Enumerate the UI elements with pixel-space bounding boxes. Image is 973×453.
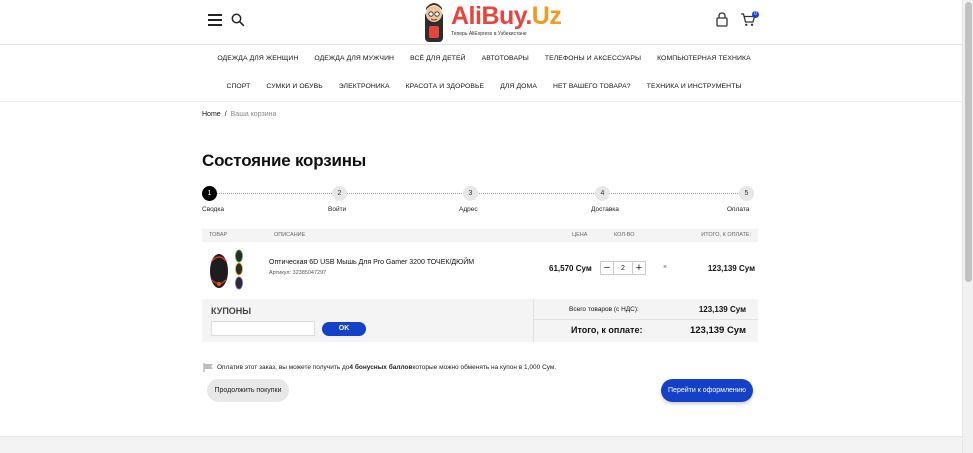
step-payment[interactable]: 5 Оплата — [727, 186, 754, 213]
cart-count-badge: 0 — [752, 11, 759, 18]
breadcrumb-current: Ваша корзина — [230, 111, 277, 118]
nav-electronics[interactable]: ЭЛЕКТРОНИКА — [331, 83, 398, 90]
cart-summary: КУПОНЫ OK Всего товаров (с НДС): 123,139… — [202, 299, 758, 342]
nav-sport[interactable]: СПОРТ — [218, 83, 258, 90]
step-label: Доставка — [591, 206, 619, 213]
step-number: 3 — [463, 186, 478, 201]
totals-divider — [533, 299, 534, 342]
step-label: Войти — [328, 206, 347, 213]
flag-icon — [203, 363, 213, 372]
breadcrumb-separator: / — [224, 111, 227, 118]
breadcrumb: Home / Ваша корзина — [202, 111, 276, 118]
step-number: 1 — [202, 186, 217, 201]
checkout-steps: 1 Сводка 2 Войти 3 Адрес 4 Доставка 5 Оп… — [202, 186, 754, 216]
bonus-text-pre: Оплатив этот заказ, вы можете получить д… — [217, 364, 350, 371]
nav-computers[interactable]: КОМПЬЮТЕРНАЯ ТЕХНИКА — [649, 55, 759, 62]
step-label: Оплата — [727, 206, 750, 213]
nav-kids[interactable]: ВСЁ ДЛЯ ДЕТЕЙ — [402, 55, 474, 62]
qty-increase-button[interactable]: + — [632, 261, 646, 275]
step-summary: 1 Сводка — [202, 186, 224, 213]
bonus-note: Оплатив этот заказ, вы можете получить д… — [203, 363, 556, 372]
col-price: ЦЕНА — [572, 232, 588, 238]
logo-tagline: Теперь AliExpress в Узбекистане — [451, 31, 527, 37]
totals-panel: Всего товаров (с НДС): 123,139 Сум Итого… — [533, 299, 758, 342]
product-image[interactable] — [206, 247, 246, 293]
scrollbar-thumb[interactable] — [965, 2, 972, 282]
bonus-points: 4 бонусных баллов — [349, 364, 413, 371]
step-number: 4 — [595, 186, 610, 201]
step-label: Сводка — [202, 206, 224, 213]
step-label: Адрес — [459, 206, 478, 213]
step-address[interactable]: 3 Адрес — [459, 186, 478, 213]
nav-bags-shoes[interactable]: СУМКИ И ОБУВЬ — [258, 83, 330, 90]
coupon-input[interactable] — [211, 321, 315, 336]
nav-beauty[interactable]: КРАСОТА И ЗДОРОВЬЕ — [398, 83, 493, 90]
nav-home[interactable]: ДЛЯ ДОМА — [492, 83, 545, 90]
continue-shopping-button[interactable]: Продолжить покупки — [207, 379, 289, 402]
nav-auto[interactable]: АВТОТОВАРЫ — [474, 55, 537, 62]
category-row: СПОРТ СУМКИ И ОБУВЬ ЭЛЕКТРОНИКА КРАСОТА … — [210, 83, 758, 90]
logo-text: AliBuy.Uz — [451, 2, 562, 30]
totals-divider — [533, 319, 758, 320]
quantity-stepper: − 2 + — [600, 261, 646, 275]
nav-men[interactable]: ОДЕЖДА ДЛЯ МУЖЧИН — [306, 55, 402, 62]
qty-decrease-button[interactable]: − — [600, 261, 614, 275]
table-row: Оптическая 6D USB Мышь Для Pro Gamer 320… — [202, 242, 758, 298]
step-delivery[interactable]: 4 Доставка — [591, 186, 619, 213]
product-name[interactable]: Оптическая 6D USB Мышь Для Pro Gamer 320… — [269, 259, 474, 266]
grand-total-label: Итого, к оплате: — [571, 325, 643, 335]
unit-price: 61,570 Сум — [549, 264, 592, 273]
col-qty: КОЛ-ВО — [614, 232, 635, 238]
cart-table: ТОВАР ОПИСАНИЕ ЦЕНА КОЛ-ВО ИТОГО, К ОПЛА… — [202, 229, 758, 298]
step-number: 5 — [739, 186, 754, 201]
category-row: ОДЕЖДА ДЛЯ ЖЕНЩИН ОДЕЖДА ДЛЯ МУЖЧИН ВСЁ … — [210, 55, 758, 62]
search-icon[interactable] — [231, 13, 245, 27]
page-scrollbar[interactable] — [962, 0, 973, 453]
remove-item-icon[interactable]: × — [661, 264, 669, 272]
product-description: Оптическая 6D USB Мышь Для Pro Gamer 320… — [269, 259, 474, 276]
page-title: Состояние корзины — [202, 151, 367, 170]
step-number: 2 — [332, 186, 347, 201]
qty-value[interactable]: 2 — [614, 261, 632, 275]
row-total: 123,139 Сум — [707, 264, 755, 273]
subtotal-label: Всего товаров (с НДС): — [569, 306, 639, 313]
table-header: ТОВАР ОПИСАНИЕ ЦЕНА КОЛ-ВО ИТОГО, К ОПЛА… — [202, 229, 758, 242]
coupon-apply-button[interactable]: OK — [322, 322, 366, 336]
mascot-icon — [425, 3, 443, 42]
subtotal-value: 123,139 Сум — [698, 305, 746, 314]
col-description: ОПИСАНИЕ — [274, 232, 306, 238]
coupons-title: КУПОНЫ — [211, 306, 252, 316]
grand-total-value: 123,139 Сум — [689, 325, 746, 336]
nav-women[interactable]: ОДЕЖДА ДЛЯ ЖЕНЩИН — [209, 55, 306, 62]
bonus-text-post: которые можно обменять на купон в 1,000 … — [412, 364, 557, 371]
menu-icon[interactable] — [208, 14, 222, 26]
col-product: ТОВАР — [209, 232, 228, 238]
footer — [0, 436, 962, 453]
nav-request[interactable]: НЕТ ВАШЕГО ТОВАРА? — [545, 83, 639, 90]
col-total: ИТОГО, К ОПЛАТЕ: — [701, 232, 751, 238]
category-nav: ОДЕЖДА ДЛЯ ЖЕНЩИН ОДЕЖДА ДЛЯ МУЖЧИН ВСЁ … — [0, 45, 962, 102]
nav-tools[interactable]: ТЕХНИКА И ИНСТРУМЕНТЫ — [639, 83, 750, 90]
product-sku: Артикул: 32385047297 — [269, 270, 327, 276]
nav-phones[interactable]: ТЕЛЕФОНЫ И АКСЕССУАРЫ — [537, 55, 649, 62]
user-icon[interactable] — [716, 12, 728, 27]
step-login[interactable]: 2 Войти — [328, 186, 347, 213]
checkout-button[interactable]: Перейти к оформлению — [661, 379, 753, 402]
breadcrumb-home[interactable]: Home — [202, 111, 221, 118]
steps-divider — [210, 193, 746, 194]
site-header: AliBuy.Uz Теперь AliExpress в Узбекистан… — [0, 0, 962, 45]
